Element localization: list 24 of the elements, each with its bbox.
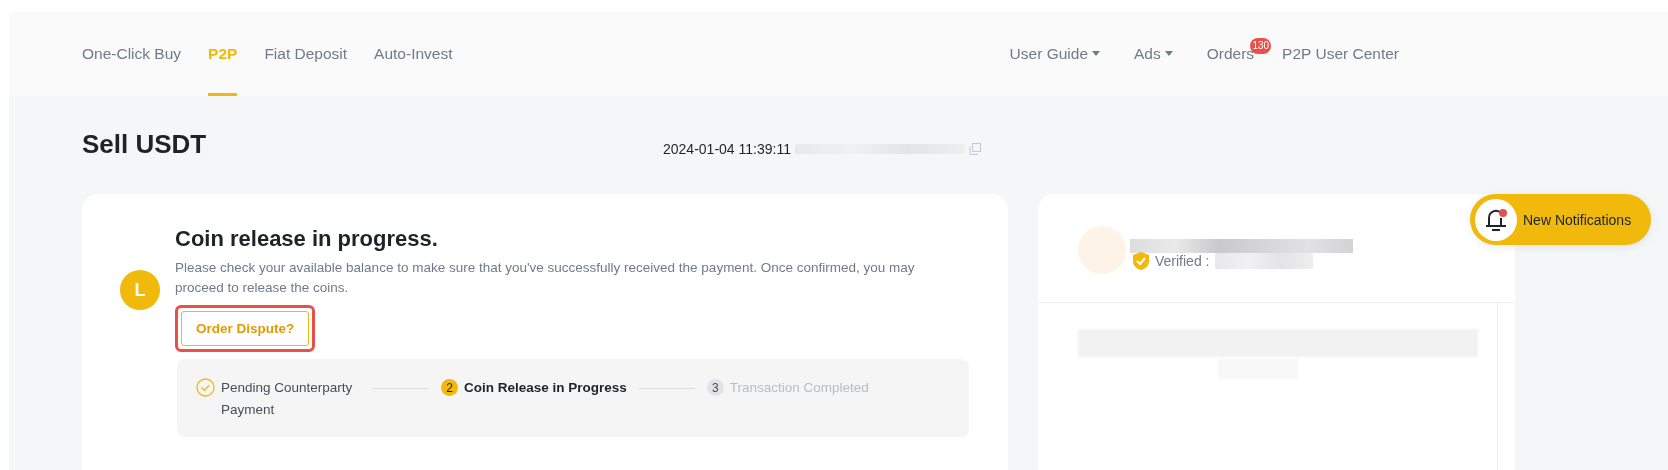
status-message: Please check your available balance to make sure that you've successfully received the payment. Once confirmed, you may proceed to release the coins. xyxy=(175,259,916,297)
order-timestamp: 2024-01-04 11:39:11 xyxy=(663,141,791,157)
nav-tab[interactable]: Auto-Invest xyxy=(374,12,453,96)
step-label: Transaction Completed xyxy=(729,379,869,397)
step-number: 2 xyxy=(441,379,458,396)
dispute-button[interactable]: Order Dispute? xyxy=(181,311,310,346)
step-number: 3 xyxy=(706,379,724,396)
avatar: L xyxy=(120,270,160,310)
nav-link[interactable]: P2P User Center xyxy=(1282,12,1399,96)
copy-icon[interactable] xyxy=(968,143,981,155)
caret-icon xyxy=(1164,51,1173,57)
nav-link[interactable]: User Guide xyxy=(1009,12,1100,96)
nav-link[interactable]: Ads xyxy=(1134,12,1173,96)
notification-button[interactable]: New Notifications xyxy=(1470,194,1652,245)
avatar xyxy=(1078,226,1126,274)
status-heading: Coin release in progress. xyxy=(175,226,439,252)
caret-icon xyxy=(1092,51,1100,57)
nav-tab[interactable]: Fiat Deposit xyxy=(264,12,348,96)
step-label: Pending Counterparty Payment xyxy=(221,379,354,419)
page-title: Sell USDT xyxy=(82,128,208,160)
nav-tab[interactable]: One-Click Buy xyxy=(82,12,182,96)
shield-check-icon xyxy=(1133,252,1149,270)
step-label: Coin Release in Progress xyxy=(464,379,627,397)
verified-label: Verified : xyxy=(1155,253,1210,269)
